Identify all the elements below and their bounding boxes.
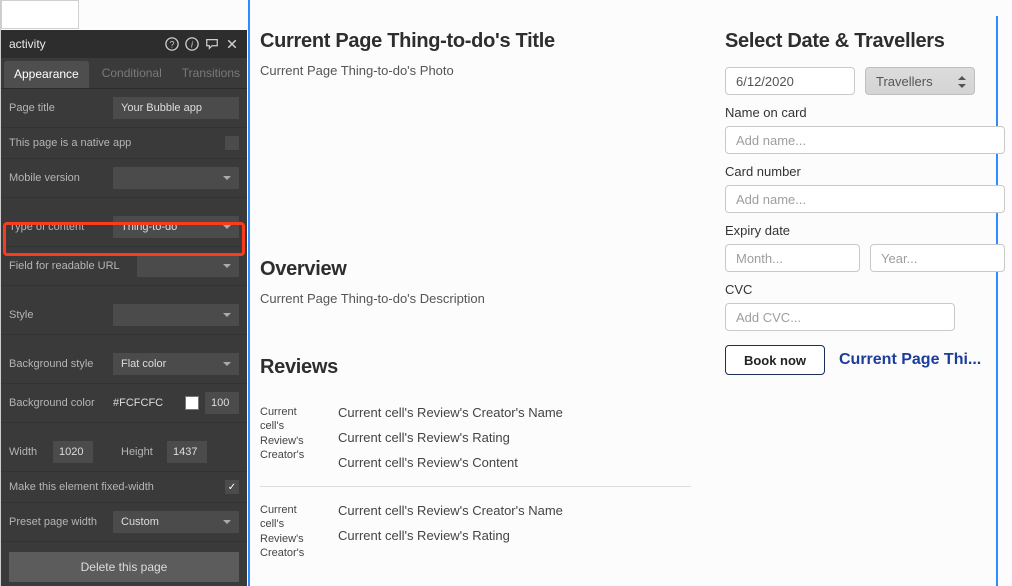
native-app-checkbox[interactable] [225,136,239,150]
readable-url-select[interactable] [137,255,239,277]
bg-color-swatch[interactable] [185,396,199,410]
review-rating: Current cell's Review's Rating [338,430,691,445]
bg-color-alpha[interactable] [205,392,239,414]
review-avatar-label: Current cell's Review's Creator's [260,503,318,560]
review-content: Current cell's Review's Content [338,455,691,470]
tab-appearance[interactable]: Appearance [4,61,89,88]
page-title-input[interactable] [113,97,239,119]
overview-heading: Overview [260,258,691,281]
book-now-button[interactable]: Book now [725,345,825,375]
inspector-title: activity [9,37,165,51]
name-on-card-label: Name on card [725,105,1005,120]
name-on-card-input[interactable] [725,126,1005,154]
review-item: Current cell's Review's Creator's Curren… [260,389,691,487]
review-item: Current cell's Review's Creator's Curren… [260,487,691,576]
mobile-version-label: Mobile version [9,172,105,184]
style-label: Style [9,309,105,321]
svg-text:?: ? [170,40,175,50]
expiry-month-input[interactable] [725,244,860,272]
booking-date-input[interactable] [725,67,855,95]
reviews-heading: Reviews [260,356,691,379]
inspector-header[interactable]: activity ? i [1,30,247,58]
expiry-label: Expiry date [725,223,1005,238]
readable-url-label: Field for readable URL [9,260,129,272]
card-number-label: Card number [725,164,1005,179]
help-icon[interactable]: ? [165,37,179,51]
tab-conditional[interactable]: Conditional [92,58,172,88]
page-title-label: Page title [9,102,105,114]
booking-summary-title: Current Page Thi... [839,351,1005,369]
bg-color-hex[interactable]: #FCFCFC [113,397,179,409]
card-number-input[interactable] [725,185,1005,213]
inspector-tabs: Appearance Conditional Transitions [1,58,247,89]
booking-panel: Select Date & Travellers Travellers Name… [725,30,1005,576]
native-app-label: This page is a native app [9,137,217,149]
review-avatar-label: Current cell's Review's Creator's [260,405,318,470]
height-label: Height [121,446,159,458]
delete-page-button[interactable]: Delete this page [9,552,239,582]
tab-transitions[interactable]: Transitions [172,58,247,88]
travellers-select[interactable]: Travellers [865,67,975,95]
type-content-label: Type of content [9,221,105,233]
comment-icon[interactable] [205,37,219,51]
preset-width-select[interactable]: Custom [113,511,239,533]
cvc-label: CVC [725,282,1005,297]
close-icon[interactable] [225,37,239,51]
type-content-select[interactable]: Thing-to-do [113,216,239,238]
info-icon[interactable]: i [185,37,199,51]
review-creator-name: Current cell's Review's Creator's Name [338,503,691,518]
booking-heading: Select Date & Travellers [725,30,1005,53]
inspector-rows: Page title This page is a native app Mob… [1,89,247,586]
width-input[interactable] [53,441,93,463]
editor-canvas-corner [1,0,79,29]
page-title: Current Page Thing-to-do's Title [260,30,691,53]
width-label: Width [9,446,45,458]
style-select[interactable] [113,304,239,326]
preset-width-label: Preset page width [9,516,105,528]
overview-text: Current Page Thing-to-do's Description [260,291,691,306]
bg-style-label: Background style [9,358,105,370]
bg-color-label: Background color [9,397,105,409]
property-inspector: activity ? i Appearance Conditional Tran… [1,30,247,586]
svg-text:i: i [191,40,194,50]
mobile-version-select[interactable] [113,167,239,189]
review-creator-name: Current cell's Review's Creator's Name [338,405,691,420]
page-canvas: Current Page Thing-to-do's Title Current… [250,0,1012,586]
expiry-year-input[interactable] [870,244,1005,272]
review-rating: Current cell's Review's Rating [338,528,691,543]
height-input[interactable] [167,441,207,463]
fixed-width-checkbox[interactable]: ✓ [225,480,239,494]
photo-caption: Current Page Thing-to-do's Photo [260,63,691,78]
bg-style-select[interactable]: Flat color [113,353,239,375]
cvc-input[interactable] [725,303,955,331]
fixed-width-label: Make this element fixed-width [9,481,217,493]
